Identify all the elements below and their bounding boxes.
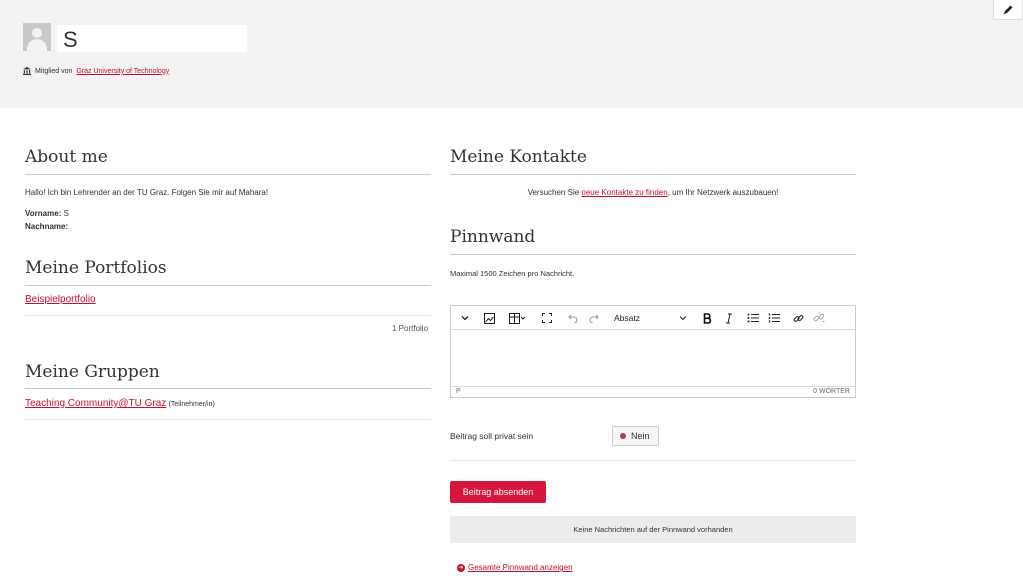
contacts-after: , um Ihr Netzwerk auszubauen! [667, 188, 779, 197]
name-redaction [57, 25, 247, 52]
profile-header: S Mitglied von Graz University of Techno… [0, 0, 1023, 108]
contacts-message: Versuchen Sie neue Kontakte zu finden, u… [450, 188, 856, 197]
groups-divider [25, 388, 431, 389]
numbered-list-icon[interactable] [768, 311, 780, 325]
wall-hint: Maximal 1500 Zeichen pro Nachricht. [450, 269, 575, 278]
table-icon[interactable] [509, 311, 527, 325]
about-title: About me [25, 147, 108, 167]
edit-profile-button[interactable] [993, 0, 1023, 20]
toolbar-toggle-chevron-icon[interactable] [461, 311, 469, 325]
undo-icon[interactable] [568, 311, 578, 325]
group-row-divider [25, 419, 431, 420]
format-chevron-down-icon[interactable] [679, 311, 687, 325]
institution-icon [23, 67, 31, 75]
portfolios-divider [25, 285, 431, 286]
group-link[interactable]: Teaching Community@TU Graz [25, 398, 166, 409]
editor-statusbar: P 0 WÖRTER [451, 386, 855, 397]
private-toggle[interactable]: Nein [612, 426, 659, 446]
lastname-label: Nachname: [25, 222, 69, 231]
show-all-wall[interactable]: ➜ Gesamte Pinnwand anzeigen [457, 563, 573, 572]
find-contacts-link[interactable]: neue Kontakte zu finden [581, 188, 667, 197]
fullscreen-icon[interactable] [542, 311, 552, 325]
firstname-label: Vorname: [25, 209, 62, 218]
wall-divider [450, 254, 856, 255]
wall-empty-message: Keine Nachrichten auf der Pinnwand vorha… [450, 516, 856, 543]
portfolio-count: 1 Portfolio [392, 324, 429, 333]
arrow-circle-icon: ➜ [457, 563, 465, 572]
contacts-title: Meine Kontakte [450, 147, 587, 167]
portfolio-row-divider [25, 315, 431, 316]
group-role: (Teilnehmer/in) [168, 401, 215, 408]
private-toggle-value: Nein [631, 431, 650, 441]
portfolios-title: Meine Portfolios [25, 258, 167, 278]
redo-icon[interactable] [589, 311, 599, 325]
submit-post-button[interactable]: Beitrag absenden [450, 481, 546, 503]
editor-toolbar: Absatz [451, 306, 855, 330]
portfolio-link[interactable]: Beispielportfolio [25, 294, 96, 305]
contacts-before: Versuchen Sie [527, 188, 582, 197]
editor-body[interactable] [451, 331, 855, 386]
about-divider [25, 174, 431, 175]
groups-title: Meine Gruppen [25, 362, 160, 382]
private-label: Beitrag soll privat sein [450, 431, 534, 441]
group-item: Teaching Community@TU Graz (Teilnehmer/i… [25, 398, 215, 409]
wall-editor: Absatz P 0 WÖRTER [450, 305, 856, 398]
about-intro: Hallo! Ich bin Lehrender an der TU Graz.… [25, 188, 269, 197]
firstname-value: S [63, 209, 69, 218]
profile-name: S [63, 27, 78, 52]
private-divider [450, 460, 856, 461]
bold-icon[interactable] [703, 311, 712, 325]
member-prefix: Mitglied von [35, 67, 73, 75]
avatar [23, 23, 51, 51]
membership-line: Mitglied von Graz University of Technolo… [23, 67, 169, 75]
image-icon[interactable] [484, 311, 495, 325]
institution-link[interactable]: Graz University of Technology [76, 68, 169, 75]
toggle-dot-icon [620, 433, 626, 439]
editor-path: P [456, 388, 461, 395]
link-icon[interactable] [793, 311, 804, 325]
pencil-icon [1003, 5, 1013, 14]
bullet-list-icon[interactable] [747, 311, 759, 325]
editor-wordcount: 0 WÖRTER [813, 388, 850, 395]
format-select-label[interactable]: Absatz [614, 311, 640, 325]
contacts-divider [450, 174, 856, 175]
italic-icon[interactable] [725, 311, 733, 325]
firstname-row: Vorname: S [25, 209, 69, 218]
wall-title: Pinnwand [450, 227, 536, 247]
show-all-wall-link[interactable]: Gesamte Pinnwand anzeigen [468, 563, 573, 572]
unlink-icon[interactable] [813, 311, 825, 325]
lastname-row: Nachname: [25, 222, 68, 231]
